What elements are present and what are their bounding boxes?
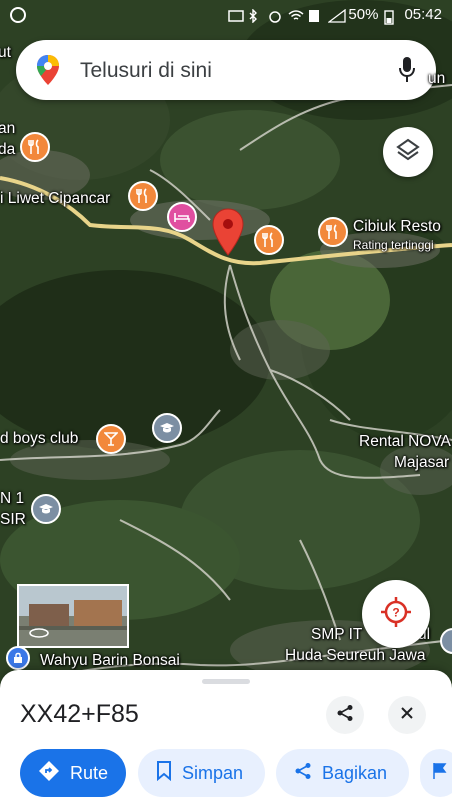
map-label-boys-club[interactable]: d boys club [0, 430, 78, 448]
battery-icon [384, 9, 398, 25]
share-button[interactable] [326, 696, 364, 734]
layers-button[interactable] [383, 127, 433, 177]
map-label-majasari: Majasar [394, 454, 450, 471]
directions-icon [38, 760, 60, 787]
restaurant-poi-icon[interactable] [128, 181, 158, 211]
svg-text:?: ? [392, 605, 399, 619]
street-view-360-icon [28, 626, 50, 645]
microphone-icon[interactable] [398, 56, 416, 89]
map-label-ut: ut [0, 44, 11, 61]
restaurant-poi-icon[interactable] [20, 132, 50, 162]
alarm-icon [268, 9, 282, 23]
share-chip-button[interactable]: Bagikan [276, 749, 409, 797]
school-poi-icon[interactable] [152, 413, 182, 443]
search-bar[interactable] [16, 40, 436, 100]
location-help-icon: ? [379, 595, 413, 634]
drag-handle[interactable] [202, 679, 250, 684]
notification-dot-icon [10, 7, 26, 23]
map-label-sir: SIR [0, 511, 26, 528]
map-label-rating: Rating tertinggi [353, 238, 434, 252]
school-poi-icon[interactable] [31, 494, 61, 524]
map-label-an: an [0, 120, 16, 137]
map-label-un: un [428, 70, 446, 87]
place-bottom-sheet[interactable]: XX42+F85 Rute Simpan Bagikan [0, 670, 452, 804]
map-label-da: da [0, 141, 16, 158]
flag-icon [432, 762, 448, 785]
route-label: Rute [70, 762, 109, 783]
map-label-huda: Huda Seureuh Jawa [285, 647, 426, 664]
sim-icon [308, 9, 322, 22]
signal-icon [327, 8, 347, 23]
share-chip-icon [294, 762, 312, 785]
more-chip-button[interactable] [420, 749, 452, 797]
map-label-cibiuk-resto[interactable]: Cibiuk Resto [353, 218, 441, 236]
status-bar: 50% 05:42 [0, 0, 452, 32]
close-icon [400, 706, 414, 725]
wifi-icon [288, 9, 304, 21]
route-button[interactable]: Rute [20, 749, 126, 797]
bookmark-icon [156, 760, 172, 786]
map-label-n1: N 1 [0, 490, 25, 507]
map-label-liwet-cipancar[interactable]: i Liwet Cipancar [0, 190, 110, 208]
battery-percent: 50% [348, 6, 379, 23]
restaurant-poi-icon[interactable] [254, 225, 284, 255]
lock-poi-icon[interactable] [6, 646, 30, 670]
close-button[interactable] [388, 696, 426, 734]
my-location-button[interactable]: ? [362, 580, 430, 648]
map-label-smp-it[interactable]: SMP IT [311, 626, 362, 644]
place-title: XX42+F85 [20, 700, 139, 728]
cast-icon [228, 9, 245, 22]
bar-poi-icon[interactable] [96, 424, 126, 454]
share-label: Bagikan [322, 762, 388, 783]
layers-icon [395, 137, 421, 168]
maps-pin-logo-icon [36, 54, 60, 91]
bluetooth-icon [248, 7, 262, 24]
map-label-wahyu-bonsai[interactable]: Wahyu Barin Bonsai [40, 652, 180, 670]
search-input[interactable] [78, 54, 382, 88]
restaurant-poi-icon[interactable] [318, 217, 348, 247]
save-button[interactable]: Simpan [138, 749, 265, 797]
hotel-poi-icon[interactable] [167, 202, 197, 232]
dropped-pin-icon[interactable] [211, 208, 245, 261]
share-icon [336, 704, 354, 727]
save-label: Simpan [182, 762, 244, 783]
map-label-rental-nova[interactable]: Rental NOVA [359, 433, 451, 451]
clock: 05:42 [404, 6, 442, 23]
